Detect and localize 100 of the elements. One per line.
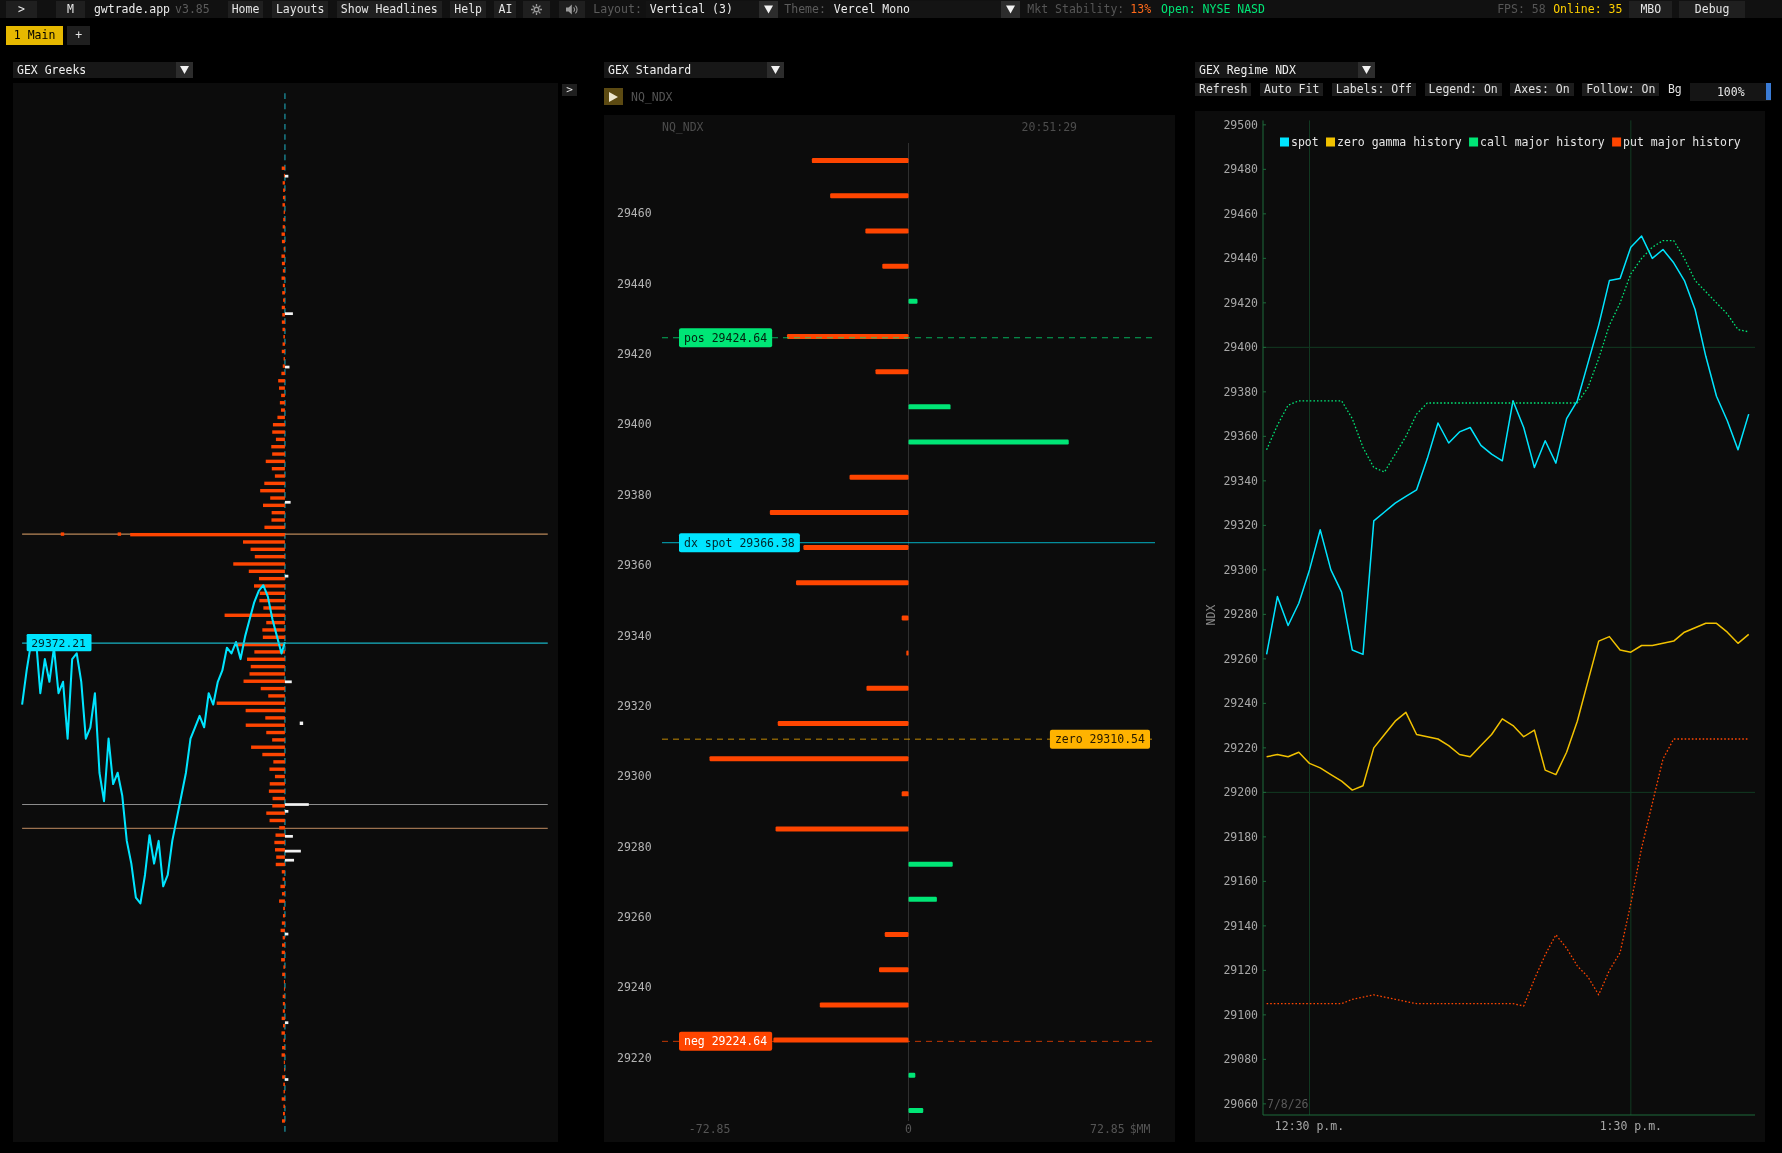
gex-bar	[865, 228, 909, 234]
toolbar-button[interactable]: Legend: On	[1424, 83, 1502, 96]
chart-title: NQ_NDX	[662, 120, 704, 134]
caret-icon	[176, 62, 193, 78]
price-axis-label: 29080	[1223, 1052, 1258, 1067]
price-axis-label: 29060	[1223, 1096, 1258, 1111]
nav-button[interactable]: AI	[494, 0, 517, 18]
axis-title: NDX	[1204, 604, 1218, 626]
strike-label: 29360	[617, 558, 652, 573]
settings-button[interactable]	[523, 0, 551, 18]
legend-label: call major history	[1480, 135, 1605, 149]
price-axis-label: 29480	[1223, 162, 1258, 177]
slider-thumb[interactable]	[1766, 83, 1772, 100]
strike-label: 29420	[617, 347, 652, 362]
price-axis-label: 29200	[1223, 785, 1258, 800]
strike-label: 29460	[617, 206, 652, 221]
gex-bar	[901, 615, 909, 621]
time-axis-label: 1:30 p.m.	[1599, 1119, 1662, 1133]
panel-selector[interactable]: GEX Regime NDX	[1195, 62, 1375, 78]
toolbar-button[interactable]: Debug	[1679, 0, 1745, 18]
strike-label: 29220	[617, 1050, 652, 1065]
price-axis-label: 29120	[1223, 963, 1258, 978]
caret-icon	[1358, 62, 1375, 78]
price-axis-label: 29300	[1223, 562, 1258, 577]
price-axis-label: 29440	[1223, 251, 1258, 266]
date-label: 7/8/26	[1267, 1097, 1309, 1111]
symbol-label: NQ_NDX	[631, 89, 673, 104]
legend-label: spot	[1291, 135, 1319, 149]
gex-bar	[908, 404, 951, 410]
axis-tick-label: 72.85	[1090, 1122, 1125, 1136]
gex-bar	[901, 791, 909, 797]
price-axis-label: 29320	[1223, 518, 1258, 533]
toolbar-button[interactable]: Axes: On	[1510, 83, 1574, 96]
price-axis-label: 29160	[1223, 874, 1258, 889]
menu-toggle-button[interactable]: >	[6, 0, 37, 18]
settings-icon	[531, 3, 543, 15]
price-axis-label: 29180	[1223, 829, 1258, 844]
caret-icon	[1000, 0, 1020, 18]
price-axis-label: 29100	[1223, 1007, 1258, 1022]
tab[interactable]: 1 Main	[6, 26, 64, 45]
price-axis-label: 29460	[1223, 206, 1258, 221]
strike-label: 29260	[617, 909, 652, 924]
legend-label: zero gamma history	[1337, 135, 1462, 149]
toolbar-button[interactable]: Auto Fit	[1259, 83, 1324, 96]
ref-line-label: dx spot 29366.38	[684, 535, 795, 550]
gex-bar	[879, 967, 909, 973]
price-axis-label: 29240	[1223, 696, 1258, 711]
time-axis-label: 12:30 p.m.	[1274, 1119, 1345, 1133]
caret-icon	[767, 62, 784, 78]
sound-button[interactable]	[559, 0, 586, 18]
strike-label: 29340	[617, 628, 652, 643]
toolbar-button[interactable]: MBO	[1629, 0, 1673, 18]
toolbar-button[interactable]: Follow: On	[1582, 83, 1660, 96]
nav-button[interactable]: Home	[227, 0, 264, 18]
opacity-slider[interactable]: 100%	[1690, 83, 1772, 101]
ref-line-label: neg 29224.64	[684, 1034, 768, 1049]
gex-bar	[875, 369, 909, 375]
gex-bar	[882, 263, 909, 269]
gex-bar	[908, 298, 918, 304]
panel-selector[interactable]: GEX Standard	[604, 62, 784, 78]
price-axis-label: 29140	[1223, 918, 1258, 933]
price-axis-label: 29500	[1223, 117, 1258, 132]
toolbar-button[interactable]: Refresh	[1195, 83, 1252, 96]
strike-label: 29440	[617, 276, 652, 291]
axis-tick-label: -72.85	[688, 1122, 731, 1136]
strike-label: 29280	[617, 839, 652, 854]
gex-bar	[908, 1072, 916, 1078]
layout-label: Layout:	[593, 1, 642, 18]
price-axis-label: 29380	[1223, 384, 1258, 399]
strike-label: 29400	[617, 417, 652, 432]
axis-unit-label: $MM	[1129, 1122, 1151, 1136]
market-stability-value: 13%	[1130, 1, 1152, 18]
mode-button[interactable]: M	[55, 0, 85, 18]
slider-value: 100%	[1716, 85, 1745, 99]
play-button[interactable]	[604, 88, 623, 105]
strike-label: 29380	[617, 487, 652, 502]
expand-button[interactable]: >	[562, 84, 577, 96]
gex-bar	[884, 932, 909, 938]
fps-counter: FPS: 58	[1497, 1, 1546, 18]
play-icon	[609, 91, 618, 102]
gex-bar	[866, 685, 909, 691]
market-open-status: Open: NYSE NASD	[1161, 1, 1265, 18]
toolbar-button[interactable]: Labels: Off	[1331, 83, 1417, 96]
gex-bar	[849, 474, 909, 480]
theme-label: Theme:	[784, 1, 826, 18]
nav-button[interactable]: Layouts	[271, 0, 329, 18]
nav-button[interactable]: Help	[450, 0, 486, 18]
price-axis-label: 29360	[1223, 429, 1258, 444]
legend-label: put major history	[1623, 135, 1741, 149]
app-name: gwtrade.app	[93, 1, 171, 18]
panel-selector[interactable]: GEX Greeks	[13, 62, 193, 78]
bg-label: Bg	[1667, 83, 1682, 96]
add-tab-button[interactable]: +	[67, 26, 91, 45]
level-tag: pos 29424.64	[679, 328, 773, 348]
level-tag: zero 29310.54	[1049, 729, 1150, 749]
chart-timestamp: 20:51:29	[1021, 120, 1077, 134]
nav-button[interactable]: Show Headlines	[336, 0, 442, 18]
axis-tick-label: 0	[905, 1122, 912, 1136]
online-count: Online: 35	[1553, 1, 1623, 18]
gex-bar	[906, 650, 909, 656]
